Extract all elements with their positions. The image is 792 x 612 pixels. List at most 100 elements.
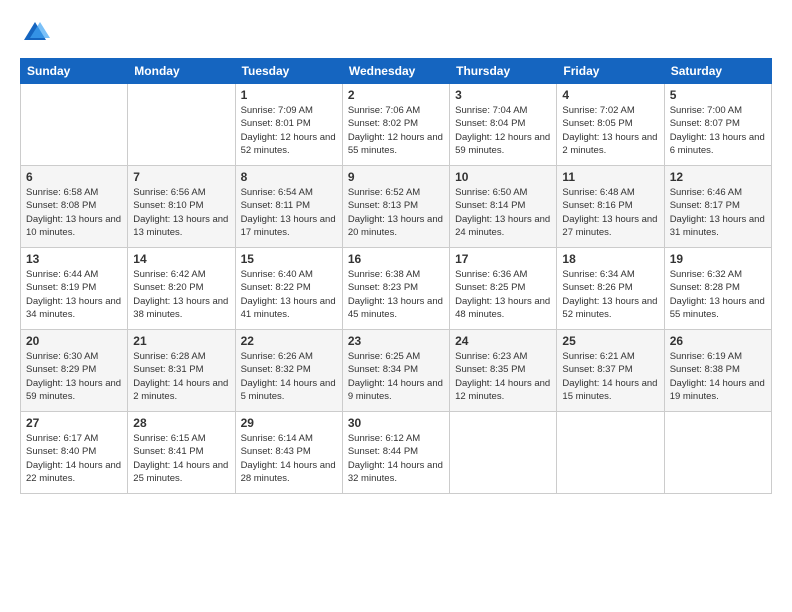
- day-number: 23: [348, 334, 444, 348]
- calendar-cell: 10 Sunrise: 6:50 AMSunset: 8:14 PMDaylig…: [450, 166, 557, 248]
- calendar-cell: 20 Sunrise: 6:30 AMSunset: 8:29 PMDaylig…: [21, 330, 128, 412]
- day-info: Sunrise: 6:40 AMSunset: 8:22 PMDaylight:…: [241, 269, 336, 320]
- day-number: 14: [133, 252, 229, 266]
- day-number: 25: [562, 334, 658, 348]
- day-number: 24: [455, 334, 551, 348]
- day-number: 3: [455, 88, 551, 102]
- calendar: SundayMondayTuesdayWednesdayThursdayFrid…: [20, 58, 772, 494]
- header: [20, 18, 772, 48]
- day-info: Sunrise: 7:04 AMSunset: 8:04 PMDaylight:…: [455, 105, 550, 156]
- day-number: 30: [348, 416, 444, 430]
- day-info: Sunrise: 6:48 AMSunset: 8:16 PMDaylight:…: [562, 187, 657, 238]
- day-number: 6: [26, 170, 122, 184]
- day-info: Sunrise: 7:06 AMSunset: 8:02 PMDaylight:…: [348, 105, 443, 156]
- weekday-header: Friday: [557, 59, 664, 84]
- day-info: Sunrise: 7:09 AMSunset: 8:01 PMDaylight:…: [241, 105, 336, 156]
- logo: [20, 18, 54, 48]
- day-number: 12: [670, 170, 766, 184]
- day-info: Sunrise: 7:02 AMSunset: 8:05 PMDaylight:…: [562, 105, 657, 156]
- day-number: 8: [241, 170, 337, 184]
- calendar-cell: 4 Sunrise: 7:02 AMSunset: 8:05 PMDayligh…: [557, 84, 664, 166]
- calendar-cell: 26 Sunrise: 6:19 AMSunset: 8:38 PMDaylig…: [664, 330, 771, 412]
- day-number: 16: [348, 252, 444, 266]
- day-info: Sunrise: 7:00 AMSunset: 8:07 PMDaylight:…: [670, 105, 765, 156]
- weekday-header: Thursday: [450, 59, 557, 84]
- weekday-header: Sunday: [21, 59, 128, 84]
- calendar-cell: 23 Sunrise: 6:25 AMSunset: 8:34 PMDaylig…: [342, 330, 449, 412]
- day-number: 26: [670, 334, 766, 348]
- weekday-header: Saturday: [664, 59, 771, 84]
- day-number: 22: [241, 334, 337, 348]
- day-number: 18: [562, 252, 658, 266]
- page: SundayMondayTuesdayWednesdayThursdayFrid…: [0, 0, 792, 612]
- day-info: Sunrise: 6:50 AMSunset: 8:14 PMDaylight:…: [455, 187, 550, 238]
- day-number: 7: [133, 170, 229, 184]
- calendar-cell: 11 Sunrise: 6:48 AMSunset: 8:16 PMDaylig…: [557, 166, 664, 248]
- day-number: 13: [26, 252, 122, 266]
- calendar-cell: 12 Sunrise: 6:46 AMSunset: 8:17 PMDaylig…: [664, 166, 771, 248]
- day-info: Sunrise: 6:38 AMSunset: 8:23 PMDaylight:…: [348, 269, 443, 320]
- day-info: Sunrise: 6:21 AMSunset: 8:37 PMDaylight:…: [562, 351, 657, 402]
- day-number: 15: [241, 252, 337, 266]
- calendar-cell: [664, 412, 771, 494]
- calendar-week: 13 Sunrise: 6:44 AMSunset: 8:19 PMDaylig…: [21, 248, 772, 330]
- day-number: 4: [562, 88, 658, 102]
- calendar-cell: 22 Sunrise: 6:26 AMSunset: 8:32 PMDaylig…: [235, 330, 342, 412]
- day-info: Sunrise: 6:42 AMSunset: 8:20 PMDaylight:…: [133, 269, 228, 320]
- day-number: 10: [455, 170, 551, 184]
- calendar-cell: 13 Sunrise: 6:44 AMSunset: 8:19 PMDaylig…: [21, 248, 128, 330]
- calendar-cell: [450, 412, 557, 494]
- day-number: 5: [670, 88, 766, 102]
- day-info: Sunrise: 6:56 AMSunset: 8:10 PMDaylight:…: [133, 187, 228, 238]
- calendar-cell: 17 Sunrise: 6:36 AMSunset: 8:25 PMDaylig…: [450, 248, 557, 330]
- calendar-cell: 8 Sunrise: 6:54 AMSunset: 8:11 PMDayligh…: [235, 166, 342, 248]
- calendar-cell: 19 Sunrise: 6:32 AMSunset: 8:28 PMDaylig…: [664, 248, 771, 330]
- calendar-cell: 27 Sunrise: 6:17 AMSunset: 8:40 PMDaylig…: [21, 412, 128, 494]
- weekday-header: Monday: [128, 59, 235, 84]
- day-info: Sunrise: 6:15 AMSunset: 8:41 PMDaylight:…: [133, 433, 228, 484]
- day-info: Sunrise: 6:19 AMSunset: 8:38 PMDaylight:…: [670, 351, 765, 402]
- day-info: Sunrise: 6:52 AMSunset: 8:13 PMDaylight:…: [348, 187, 443, 238]
- day-number: 20: [26, 334, 122, 348]
- day-number: 28: [133, 416, 229, 430]
- logo-icon: [20, 18, 50, 48]
- day-number: 11: [562, 170, 658, 184]
- calendar-cell: 15 Sunrise: 6:40 AMSunset: 8:22 PMDaylig…: [235, 248, 342, 330]
- calendar-cell: 25 Sunrise: 6:21 AMSunset: 8:37 PMDaylig…: [557, 330, 664, 412]
- calendar-cell: 1 Sunrise: 7:09 AMSunset: 8:01 PMDayligh…: [235, 84, 342, 166]
- day-info: Sunrise: 6:12 AMSunset: 8:44 PMDaylight:…: [348, 433, 443, 484]
- day-number: 21: [133, 334, 229, 348]
- calendar-cell: 29 Sunrise: 6:14 AMSunset: 8:43 PMDaylig…: [235, 412, 342, 494]
- day-number: 9: [348, 170, 444, 184]
- calendar-cell: 18 Sunrise: 6:34 AMSunset: 8:26 PMDaylig…: [557, 248, 664, 330]
- calendar-cell: 6 Sunrise: 6:58 AMSunset: 8:08 PMDayligh…: [21, 166, 128, 248]
- day-info: Sunrise: 6:25 AMSunset: 8:34 PMDaylight:…: [348, 351, 443, 402]
- calendar-week: 6 Sunrise: 6:58 AMSunset: 8:08 PMDayligh…: [21, 166, 772, 248]
- day-info: Sunrise: 6:30 AMSunset: 8:29 PMDaylight:…: [26, 351, 121, 402]
- calendar-cell: [21, 84, 128, 166]
- day-info: Sunrise: 6:14 AMSunset: 8:43 PMDaylight:…: [241, 433, 336, 484]
- weekday-header: Tuesday: [235, 59, 342, 84]
- day-info: Sunrise: 6:26 AMSunset: 8:32 PMDaylight:…: [241, 351, 336, 402]
- calendar-cell: 21 Sunrise: 6:28 AMSunset: 8:31 PMDaylig…: [128, 330, 235, 412]
- day-info: Sunrise: 6:46 AMSunset: 8:17 PMDaylight:…: [670, 187, 765, 238]
- calendar-cell: 2 Sunrise: 7:06 AMSunset: 8:02 PMDayligh…: [342, 84, 449, 166]
- calendar-cell: 9 Sunrise: 6:52 AMSunset: 8:13 PMDayligh…: [342, 166, 449, 248]
- calendar-cell: [557, 412, 664, 494]
- calendar-cell: 16 Sunrise: 6:38 AMSunset: 8:23 PMDaylig…: [342, 248, 449, 330]
- calendar-cell: 7 Sunrise: 6:56 AMSunset: 8:10 PMDayligh…: [128, 166, 235, 248]
- day-number: 17: [455, 252, 551, 266]
- day-info: Sunrise: 6:23 AMSunset: 8:35 PMDaylight:…: [455, 351, 550, 402]
- day-info: Sunrise: 6:32 AMSunset: 8:28 PMDaylight:…: [670, 269, 765, 320]
- calendar-week: 27 Sunrise: 6:17 AMSunset: 8:40 PMDaylig…: [21, 412, 772, 494]
- day-info: Sunrise: 6:34 AMSunset: 8:26 PMDaylight:…: [562, 269, 657, 320]
- calendar-cell: [128, 84, 235, 166]
- day-info: Sunrise: 6:44 AMSunset: 8:19 PMDaylight:…: [26, 269, 121, 320]
- weekday-header: Wednesday: [342, 59, 449, 84]
- calendar-cell: 5 Sunrise: 7:00 AMSunset: 8:07 PMDayligh…: [664, 84, 771, 166]
- day-info: Sunrise: 6:58 AMSunset: 8:08 PMDaylight:…: [26, 187, 121, 238]
- header-row: SundayMondayTuesdayWednesdayThursdayFrid…: [21, 59, 772, 84]
- calendar-cell: 30 Sunrise: 6:12 AMSunset: 8:44 PMDaylig…: [342, 412, 449, 494]
- calendar-cell: 24 Sunrise: 6:23 AMSunset: 8:35 PMDaylig…: [450, 330, 557, 412]
- day-number: 19: [670, 252, 766, 266]
